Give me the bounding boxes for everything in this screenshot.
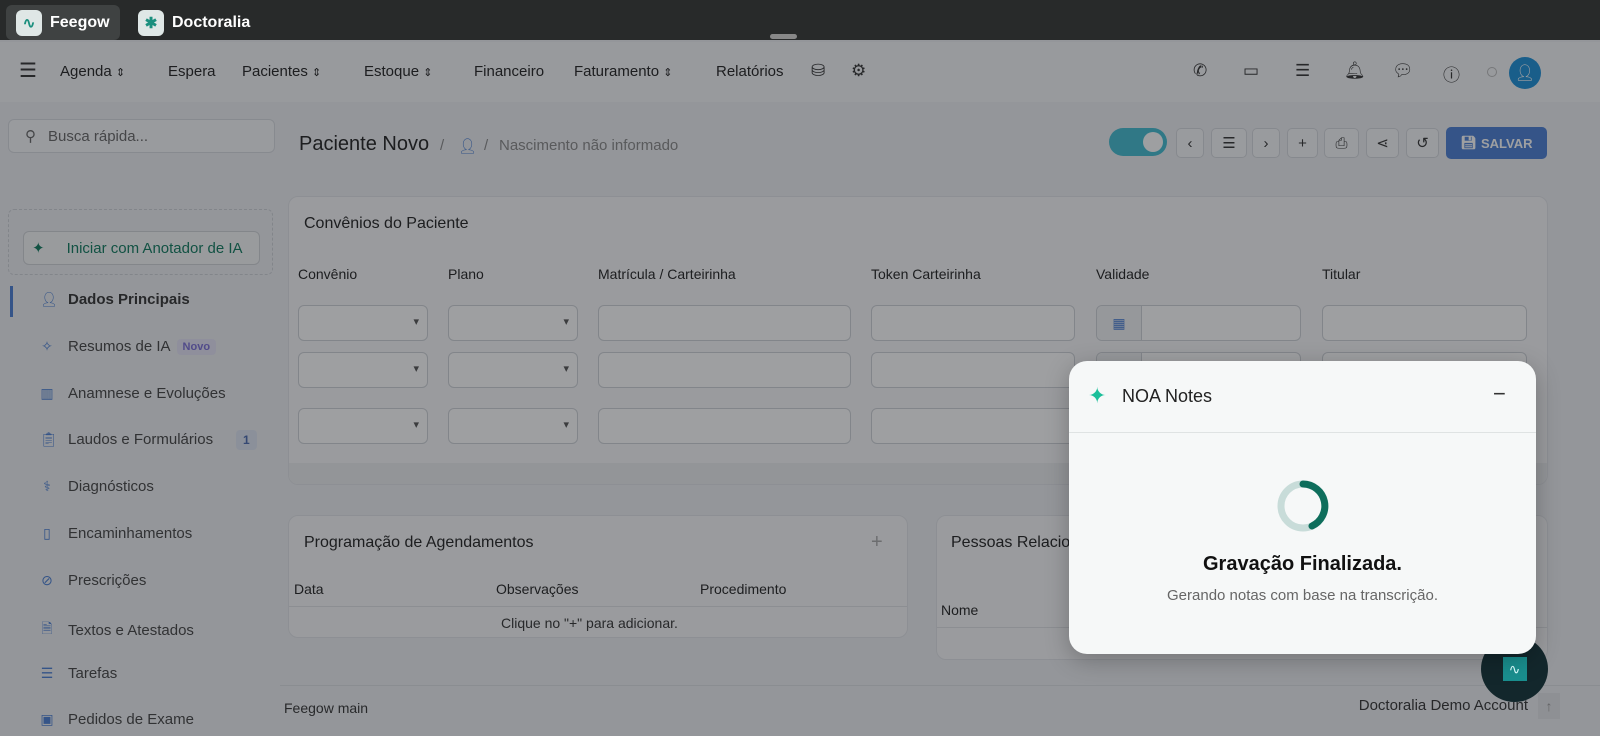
sparkles-icon: ✦ xyxy=(1088,383,1107,408)
divider xyxy=(1069,432,1536,433)
doctoralia-logo-icon: ✱ xyxy=(138,9,164,36)
app-switcher-bar: ∿ Feegow ✱ Doctoralia xyxy=(0,0,1600,40)
modal-heading: Gravação Finalizada. xyxy=(1203,553,1402,575)
modal-subtitle: Gerando notas com base na transcrição. xyxy=(1167,587,1438,604)
noa-notes-modal: ✦ NOA Notes − Gravação Finalizada. Geran… xyxy=(1069,361,1536,654)
modal-title: NOA Notes xyxy=(1122,386,1213,406)
minimize-button[interactable]: − xyxy=(1493,381,1506,407)
loading-spinner xyxy=(1277,480,1329,532)
spinner-arc xyxy=(1299,480,1329,530)
app-tab-label: Doctoralia xyxy=(172,13,251,31)
drag-handle[interactable] xyxy=(770,34,797,39)
app-tab-label: Feegow xyxy=(50,13,110,31)
feegow-logo-icon: ∿ xyxy=(16,9,42,36)
app-tab-feegow[interactable]: ∿ Feegow xyxy=(6,5,120,40)
feegow-icon: ∿ xyxy=(1502,657,1527,681)
app-tab-doctoralia[interactable]: ✱ Doctoralia xyxy=(128,5,260,40)
